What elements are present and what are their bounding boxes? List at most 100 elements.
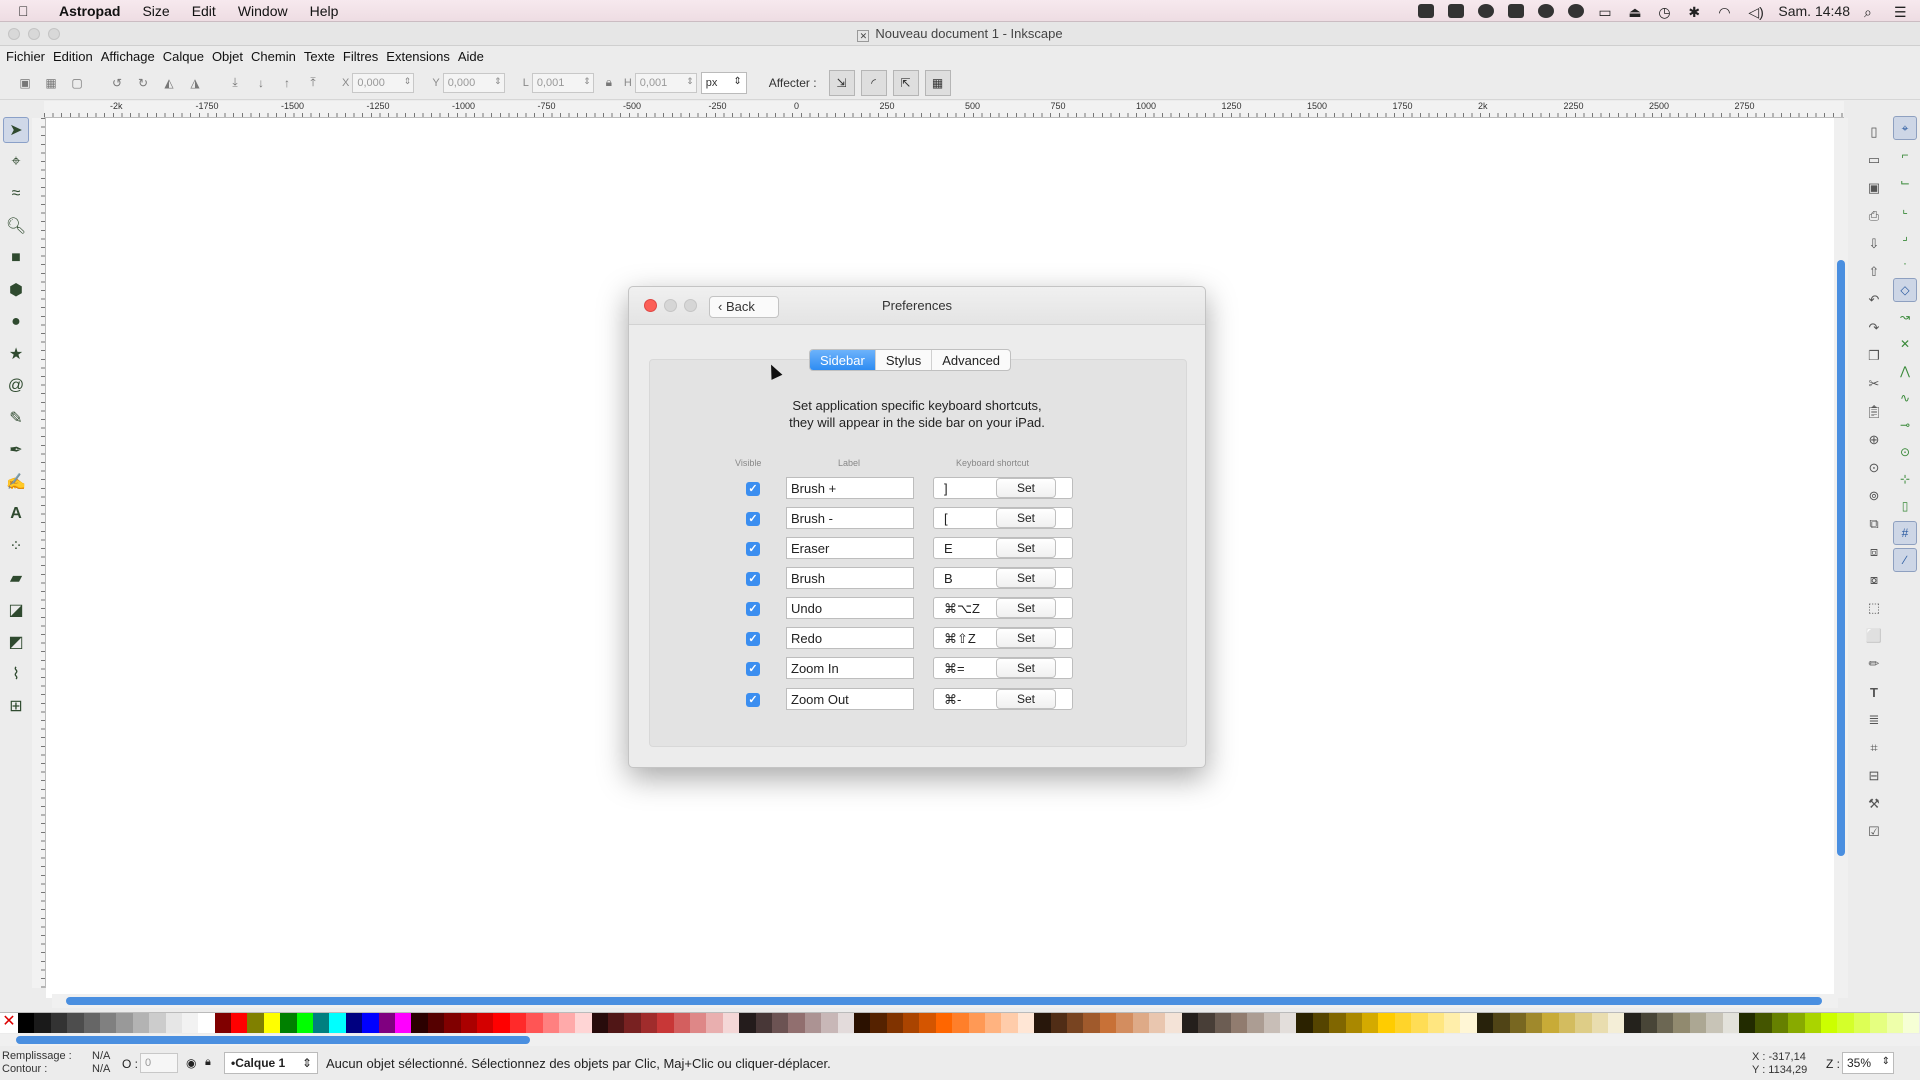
fill-value[interactable]: N/A — [92, 1050, 110, 1063]
select-all-layers-icon[interactable]: ▦ — [40, 72, 62, 94]
unlink-clone-icon[interactable]: ⧇ — [1863, 569, 1885, 591]
set-shortcut-button[interactable]: Set — [996, 598, 1056, 618]
menu-extensions[interactable]: Extensions — [382, 49, 454, 64]
lower-to-bottom-icon[interactable]: ⤓ — [224, 72, 246, 94]
eject-icon[interactable]: ⏏ — [1628, 4, 1644, 20]
color-swatch[interactable] — [378, 1013, 395, 1033]
snap-page-border-icon[interactable]: ▯ — [1893, 494, 1917, 518]
color-swatch[interactable] — [18, 1013, 35, 1033]
menu-edit[interactable]: Edit — [181, 3, 227, 19]
wifi-icon[interactable]: ◠ — [1718, 4, 1734, 20]
color-swatch[interactable] — [1017, 1013, 1035, 1033]
shortcut-label-input[interactable]: Brush - — [786, 507, 914, 529]
window-maximize-button[interactable] — [48, 28, 60, 40]
set-shortcut-button[interactable]: Set — [996, 568, 1056, 588]
color-swatch[interactable] — [788, 1013, 805, 1033]
color-swatch[interactable] — [1493, 1013, 1510, 1033]
volume-icon[interactable]: ◁) — [1748, 4, 1764, 20]
visible-checkbox[interactable]: ✓ — [746, 602, 760, 616]
export-icon[interactable]: ⇧ — [1863, 261, 1885, 283]
horizontal-scrollbar[interactable] — [52, 994, 1838, 1008]
color-swatch[interactable] — [1771, 1013, 1789, 1033]
undo-icon[interactable]: ↶ — [1863, 289, 1885, 311]
group-icon[interactable]: ⬚ — [1863, 597, 1885, 619]
color-swatch[interactable] — [526, 1013, 543, 1033]
calligraphy-tool-icon[interactable]: ✍ — [3, 469, 29, 495]
color-swatch[interactable] — [1755, 1013, 1772, 1033]
rectangle-tool-icon[interactable]: ■ — [3, 245, 29, 271]
visible-checkbox[interactable]: ✓ — [746, 693, 760, 707]
palette-scroll-thumb[interactable] — [16, 1036, 530, 1044]
color-swatch[interactable] — [362, 1013, 379, 1033]
color-swatch[interactable] — [1198, 1013, 1215, 1033]
color-swatch[interactable] — [935, 1013, 953, 1033]
pen-tool-icon[interactable]: ✒ — [3, 437, 29, 463]
menu-affichage[interactable]: Affichage — [97, 49, 159, 64]
redo-icon[interactable]: ↷ — [1863, 317, 1885, 339]
transform-gradients-icon[interactable]: ⇱ — [892, 69, 919, 96]
color-swatch[interactable] — [771, 1013, 789, 1033]
color-swatch[interactable] — [1640, 1013, 1658, 1033]
text-tool-icon[interactable]: A — [3, 501, 29, 527]
color-swatch[interactable] — [1788, 1013, 1805, 1033]
color-swatch[interactable] — [34, 1013, 51, 1033]
color-swatch[interactable] — [1575, 1013, 1592, 1033]
vertical-scrollbar[interactable] — [1834, 118, 1848, 998]
snap-guides-icon[interactable]: ∕ — [1893, 548, 1917, 572]
time-machine-icon[interactable]: ◷ — [1658, 4, 1674, 20]
color-swatch[interactable] — [870, 1013, 887, 1033]
palette-scrollbar[interactable] — [0, 1034, 1920, 1046]
airplay-icon[interactable]: ▭ — [1598, 4, 1614, 20]
color-swatch[interactable] — [99, 1013, 117, 1033]
color-swatch[interactable] — [313, 1013, 330, 1033]
color-swatch[interactable] — [1706, 1013, 1723, 1033]
color-swatch[interactable] — [165, 1013, 182, 1033]
color-swatch[interactable] — [1657, 1013, 1674, 1033]
color-swatch[interactable] — [608, 1013, 625, 1033]
layer-visibility-icon[interactable]: ◉ — [186, 1056, 196, 1070]
zoom-selection-icon[interactable]: ⊕ — [1863, 429, 1885, 451]
no-paint-swatch[interactable]: ✕ — [0, 1013, 18, 1033]
visible-checkbox[interactable]: ✓ — [746, 482, 760, 496]
text-font-icon[interactable]: T — [1863, 681, 1885, 703]
color-swatch[interactable] — [394, 1013, 412, 1033]
clock[interactable]: Sam. 14:48 — [1778, 3, 1850, 19]
vertical-scroll-thumb[interactable] — [1837, 260, 1845, 856]
color-swatch[interactable] — [1001, 1013, 1018, 1033]
clone-icon[interactable]: ⧈ — [1863, 541, 1885, 563]
color-swatch[interactable] — [1739, 1013, 1756, 1033]
color-swatch[interactable] — [886, 1013, 904, 1033]
color-swatch[interactable] — [1345, 1013, 1363, 1033]
color-swatch[interactable] — [83, 1013, 100, 1033]
color-swatch[interactable] — [1476, 1013, 1494, 1033]
color-swatch[interactable] — [1132, 1013, 1149, 1033]
color-swatch[interactable] — [952, 1013, 969, 1033]
menu-window[interactable]: Window — [227, 3, 299, 19]
shortcut-label-input[interactable]: Redo — [786, 627, 914, 649]
color-swatch[interactable] — [985, 1013, 1002, 1033]
tab-stylus[interactable]: Stylus — [876, 350, 933, 370]
deselect-icon[interactable]: ▢ — [66, 72, 88, 94]
zoom-drawing-icon[interactable]: ⊙ — [1863, 457, 1885, 479]
set-shortcut-button[interactable]: Set — [996, 478, 1056, 498]
raise-icon[interactable]: ↑ — [276, 72, 298, 94]
color-swatch[interactable] — [591, 1013, 609, 1033]
shortcut-label-input[interactable]: Zoom In — [786, 657, 914, 679]
spotlight-search-icon[interactable]: ⌕ — [1864, 4, 1880, 20]
color-swatch[interactable] — [1837, 1013, 1854, 1033]
paste-icon[interactable]: 📋︎ — [1863, 401, 1885, 423]
color-swatch[interactable] — [1886, 1013, 1903, 1033]
color-swatch[interactable] — [706, 1013, 723, 1033]
tab-sidebar[interactable]: Sidebar — [810, 350, 876, 370]
color-swatch[interactable] — [1329, 1013, 1346, 1033]
shortcut-label-input[interactable]: Brush + — [786, 477, 914, 499]
color-swatch[interactable] — [1427, 1013, 1444, 1033]
color-swatch[interactable] — [919, 1013, 936, 1033]
color-swatch[interactable] — [1460, 1013, 1477, 1033]
tweak-tool-icon[interactable]: ≈ — [3, 181, 29, 207]
color-swatch[interactable] — [968, 1013, 986, 1033]
align-distribute-icon[interactable]: ⊟ — [1863, 765, 1885, 787]
color-swatch[interactable] — [444, 1013, 461, 1033]
back-button[interactable]: ‹ Back — [709, 296, 779, 318]
spray-tool-icon[interactable]: ⁘ — [3, 533, 29, 559]
